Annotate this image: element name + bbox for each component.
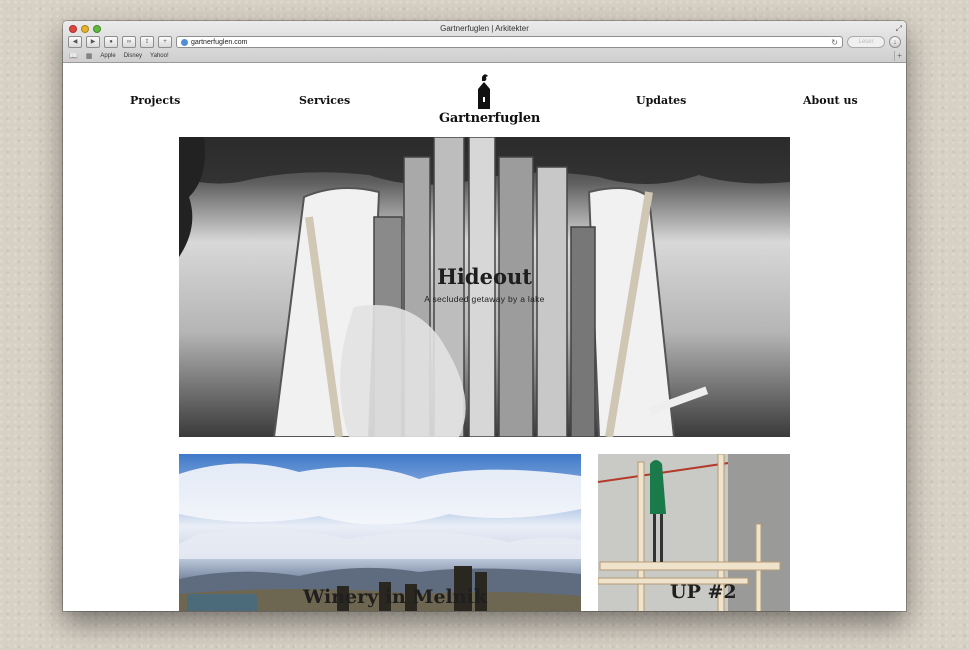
back-button[interactable]: ◀ xyxy=(68,36,82,48)
browser-window: Gartnerfuglen | Arkitekter ⤢ ◀ ▶ ● ∞ ⇪ +… xyxy=(63,21,906,611)
download-icon[interactable]: ↓ xyxy=(889,36,901,48)
browser-toolbar: ◀ ▶ ● ∞ ⇪ + gartnerfuglen.com ↻ Leser ↓ xyxy=(68,35,901,49)
site-logo[interactable]: Gartnerfuglen xyxy=(439,71,541,126)
bookmark-apple[interactable]: Apple xyxy=(100,53,115,59)
birdhouse-logo-icon xyxy=(478,74,490,109)
grid-icon[interactable]: ▦ xyxy=(86,52,93,60)
profile-button[interactable]: ● xyxy=(104,36,118,48)
nav-updates[interactable]: Updates xyxy=(636,94,686,107)
share-button[interactable]: ⇪ xyxy=(140,36,154,48)
glasses-icon: ∞ xyxy=(126,39,132,45)
bookmarks-bar: 📖 ▦ Apple Disney Yahoo! xyxy=(69,51,169,61)
person-icon: ● xyxy=(109,39,113,45)
nav-services[interactable]: Services xyxy=(299,94,350,107)
window-title: Gartnerfuglen | Arkitekter xyxy=(440,24,529,33)
site-header: Projects Services Gartnerfuglen Updates … xyxy=(63,63,906,137)
project-title-winery[interactable]: Winery in Melnik xyxy=(303,586,487,608)
add-bookmark-button[interactable]: + xyxy=(158,36,172,48)
hero-project-card[interactable]: Hideout A secluded getaway by a lake xyxy=(179,137,790,437)
chevron-right-icon: ▶ xyxy=(90,39,96,45)
reader-button[interactable]: Leser xyxy=(847,36,885,48)
hero-subtitle: A secluded getaway by a lake xyxy=(424,294,545,304)
project-card-winery[interactable]: Winery in Melnik xyxy=(179,454,581,611)
bookmark-disney[interactable]: Disney xyxy=(124,53,142,59)
browser-titlebar: Gartnerfuglen | Arkitekter ⤢ ◀ ▶ ● ∞ ⇪ +… xyxy=(63,21,906,63)
forward-button[interactable]: ▶ xyxy=(86,36,100,48)
project-card-up2[interactable]: UP #2 xyxy=(598,454,790,611)
reading-list-button[interactable]: ∞ xyxy=(122,36,136,48)
nav-about-us[interactable]: About us xyxy=(803,94,858,107)
address-bar[interactable]: gartnerfuglen.com ↻ xyxy=(176,36,843,48)
bookmark-yahoo[interactable]: Yahoo! xyxy=(150,53,169,59)
reload-icon[interactable]: ↻ xyxy=(831,38,838,47)
book-icon[interactable]: 📖 xyxy=(69,52,78,60)
plus-icon: + xyxy=(163,39,167,45)
share-icon: ⇪ xyxy=(144,39,150,45)
project-title-up2[interactable]: UP #2 xyxy=(670,581,737,603)
hero-caption: Hideout A secluded getaway by a lake xyxy=(179,264,790,304)
address-url[interactable]: gartnerfuglen.com xyxy=(191,39,828,46)
new-tab-button[interactable]: + xyxy=(894,51,904,61)
web-page: Projects Services Gartnerfuglen Updates … xyxy=(63,63,906,611)
nav-projects[interactable]: Projects xyxy=(130,94,180,107)
globe-icon xyxy=(181,38,188,46)
chevron-left-icon: ◀ xyxy=(72,39,78,45)
logo-text: Gartnerfuglen xyxy=(439,111,541,126)
hero-title[interactable]: Hideout xyxy=(179,264,790,289)
fullscreen-icon[interactable]: ⤢ xyxy=(896,24,902,34)
